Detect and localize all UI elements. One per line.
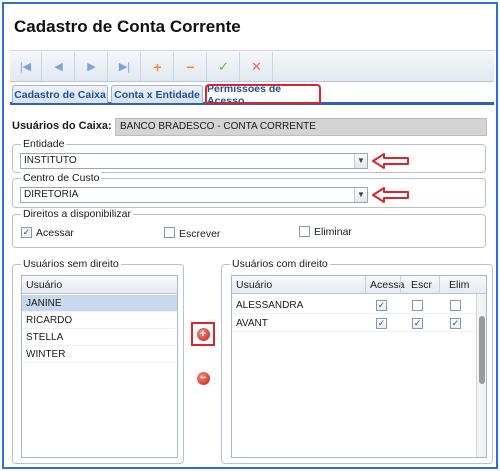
sem-direito-list[interactable]: Usuário JANINE RICARDO STELLA WINTER	[21, 275, 178, 458]
usuario-cell: AVANT	[236, 318, 268, 329]
list-item[interactable]: WINTER	[22, 346, 177, 363]
direitos-legend: Direitos a disponibilizar	[21, 208, 133, 220]
centro-custo-legend: Centro de Custo	[21, 172, 102, 184]
confirm-icon: ✓	[218, 58, 229, 74]
caixa-label: Usuários do Caixa:	[12, 120, 112, 132]
centro-custo-select[interactable]: DIRETORIA ▼	[20, 187, 368, 203]
elim-checkbox[interactable]: ✓	[450, 318, 461, 329]
next-record-button[interactable]: ▶	[76, 52, 108, 81]
column-header-acessa: Acessa	[365, 276, 404, 294]
cancel-button[interactable]: ✕	[241, 52, 273, 81]
minus-circle-icon: −	[196, 371, 210, 385]
list-item[interactable]: RICARDO	[22, 312, 177, 329]
com-direito-legend: Usuários com direito	[230, 258, 330, 270]
add-icon: +	[153, 58, 162, 75]
tab-permissoes-de-acesso[interactable]: Permissões de Acesso	[205, 83, 321, 107]
acessar-label: Acessar	[36, 227, 74, 239]
last-record-icon: ▶|	[118, 61, 131, 73]
centro-custo-value: DIRETORIA	[24, 189, 79, 200]
add-button[interactable]: +	[142, 52, 174, 81]
eliminar-label: Eliminar	[314, 226, 352, 238]
escr-checkbox[interactable]	[412, 300, 423, 311]
direitos-group: Direitos a disponibilizar	[12, 208, 486, 248]
table-row[interactable]: ALESSANDRA ✓	[232, 297, 486, 314]
entidade-value: INSTITUTO	[24, 155, 77, 166]
plus-circle-icon: +	[196, 327, 210, 341]
tab-bar: Cadastro de Caixa Conta x Entidade Permi…	[10, 83, 494, 107]
column-header-escr: Escr	[400, 276, 435, 294]
sem-direito-header: Usuário	[22, 276, 177, 294]
cancel-icon: ✕	[251, 58, 262, 74]
acessa-checkbox[interactable]: ✓	[376, 318, 387, 329]
escrever-checkbox[interactable]	[164, 227, 175, 238]
entidade-select[interactable]: INSTITUTO ▼	[20, 153, 368, 169]
red-arrow-annotation-icon	[372, 153, 409, 169]
acessa-checkbox[interactable]: ✓	[376, 300, 387, 311]
usuario-cell: ALESSANDRA	[236, 300, 304, 311]
chevron-down-icon[interactable]: ▼	[354, 188, 367, 202]
red-arrow-annotation-icon	[372, 187, 409, 203]
column-header-usuario: Usuário	[236, 279, 273, 291]
escrever-label: Escrever	[179, 228, 221, 240]
elim-checkbox[interactable]	[450, 300, 461, 311]
acessar-checkbox[interactable]: ✓	[21, 227, 32, 238]
previous-record-icon: ◀	[54, 61, 63, 73]
escr-checkbox[interactable]: ✓	[412, 318, 423, 329]
entidade-legend: Entidade	[21, 138, 67, 150]
next-record-icon: ▶	[87, 61, 96, 73]
remove-icon: −	[186, 58, 195, 75]
caixa-value: BANCO BRADESCO - CONTA CORRENTE	[115, 118, 487, 136]
tab-conta-x-entidade[interactable]: Conta x Entidade	[111, 85, 203, 103]
eliminar-checkbox[interactable]	[299, 226, 310, 237]
scrollbar-thumb[interactable]	[479, 316, 485, 384]
tab-cadastro-de-caixa[interactable]: Cadastro de Caixa	[12, 85, 108, 103]
window: Cadastro de Conta Corrente |◀ ◀ ▶ ▶| + −…	[2, 2, 498, 469]
remove-permission-button[interactable]: −	[193, 368, 213, 388]
list-item[interactable]: JANINE	[22, 295, 177, 312]
list-item[interactable]: STELLA	[22, 329, 177, 346]
com-direito-list[interactable]: Usuário Acessa Escr Elim ALESSANDRA ✓ AV…	[231, 275, 487, 458]
last-record-button[interactable]: ▶|	[109, 52, 141, 81]
column-header-elim: Elim	[439, 276, 477, 294]
window-title: Cadastro de Conta Corrente	[14, 17, 241, 36]
com-direito-header: Usuário Acessa Escr Elim	[232, 276, 486, 294]
remove-button[interactable]: −	[175, 52, 207, 81]
first-record-button[interactable]: |◀	[10, 52, 42, 81]
toolbar: |◀ ◀ ▶ ▶| + − ✓ ✕	[10, 50, 494, 82]
sem-direito-legend: Usuários sem direito	[21, 258, 121, 270]
table-row[interactable]: AVANT ✓ ✓ ✓	[232, 315, 486, 332]
confirm-button[interactable]: ✓	[208, 52, 240, 81]
chevron-down-icon[interactable]: ▼	[354, 154, 367, 168]
first-record-icon: |◀	[19, 61, 32, 73]
previous-record-button[interactable]: ◀	[43, 52, 75, 81]
add-permission-button[interactable]: +	[191, 322, 215, 346]
column-header-usuario: Usuário	[26, 279, 63, 291]
vertical-scrollbar[interactable]	[476, 294, 486, 457]
